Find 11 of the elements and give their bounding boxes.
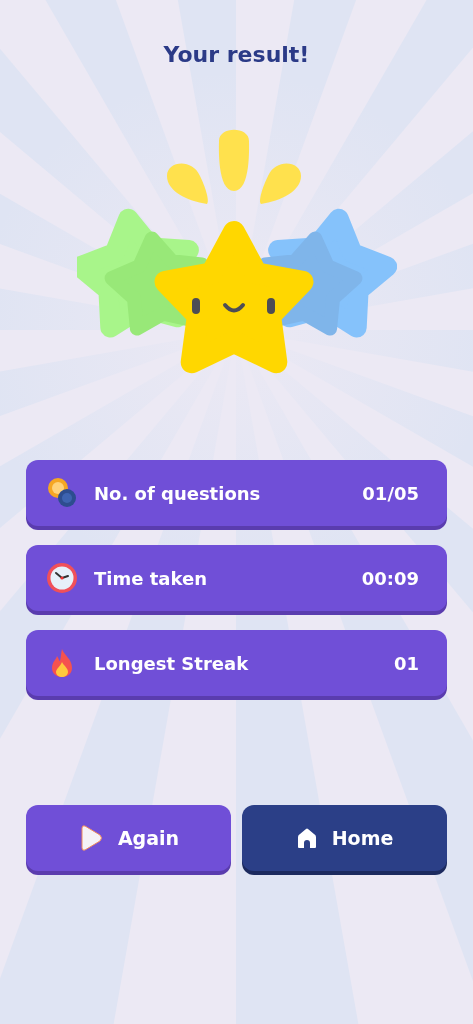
flame-icon	[50, 648, 74, 678]
chat-bubbles-icon	[47, 477, 77, 509]
clock-icon	[46, 562, 78, 594]
stat-label: Time taken	[94, 566, 208, 591]
home-icon	[295, 827, 318, 849]
page-title: Your result!	[163, 41, 310, 69]
stat-label: Longest Streak	[94, 651, 250, 676]
stat-value: 01/05	[362, 481, 419, 506]
stat-value: 00:09	[361, 566, 419, 591]
stat-label: No. of questions	[94, 481, 262, 506]
stat-value: 01	[393, 651, 419, 676]
